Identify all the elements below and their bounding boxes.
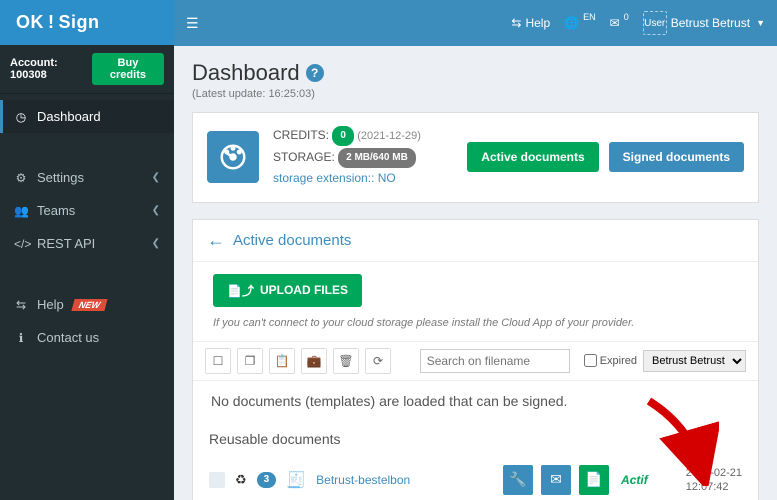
sidebar-item-label: Settings [37, 170, 84, 185]
select-all-checkbox[interactable]: ☐ [205, 348, 231, 374]
credits-expiry: (2021-12-29) [357, 130, 421, 142]
users-icon: 👥 [14, 204, 28, 218]
documents-toolbar: ☐ ❐ 📋 💼 🗑 ⟳ Expired Betrust Betrust [193, 341, 758, 381]
account-label: Account: 100308 [10, 57, 92, 81]
sidebar-item-help[interactable]: ⇆ Help NEW [0, 288, 174, 321]
account-row: Account: 100308 Buy credits [0, 45, 174, 94]
active-documents-button[interactable]: Active documents [467, 142, 598, 172]
top-user[interactable]: User Betrust Betrust▼ [643, 11, 765, 35]
back-arrow-icon[interactable]: ← [207, 230, 225, 251]
buy-credits-button[interactable]: Buy credits [92, 53, 164, 85]
panel-title: Active documents [233, 232, 351, 249]
code-icon: </> [14, 237, 28, 251]
briefcase-icon[interactable]: 💼 [301, 348, 327, 374]
sidebar-item-label: Help [37, 297, 64, 312]
storage-extension-link[interactable]: storage extension:: NO [273, 171, 396, 185]
upload-files-button[interactable]: 📄⤴ UPLOAD FILES [213, 274, 362, 307]
sidebar-item-settings[interactable]: ⚙ Settings ❮ [0, 161, 174, 194]
doc-count-badge: 3 [257, 472, 277, 488]
help-icon: ⇆ [14, 298, 28, 312]
top-mail[interactable]: ✉0 [610, 16, 629, 30]
active-documents-panel: ← Active documents 📄⤴ UPLOAD FILES If yo… [192, 219, 759, 500]
reusable-title: Reusable documents [193, 421, 758, 457]
gear-icon: ⚙ [14, 171, 28, 185]
avatar: User [643, 11, 667, 35]
topbar: ☰ ⇆ Help 🌐EN ✉0 User Betrust Betrust▼ [174, 0, 777, 46]
copy-icon[interactable]: ❐ [237, 348, 263, 374]
edit-action-button[interactable]: 🔧 [503, 465, 533, 495]
credits-label: CREDITS: [273, 128, 329, 142]
storage-label: STORAGE: [273, 150, 335, 164]
dashboard-icon: ◷ [14, 110, 28, 124]
signed-documents-button[interactable]: Signed documents [609, 142, 744, 172]
sidebar-item-label: Contact us [37, 330, 99, 345]
paste-icon[interactable]: 📋 [269, 348, 295, 374]
sidebar-item-teams[interactable]: 👥 Teams ❮ [0, 194, 174, 227]
delete-icon[interactable]: 🗑 [333, 348, 359, 374]
sidebar-item-dashboard[interactable]: ◷ Dashboard [0, 100, 174, 133]
latest-update: (Latest update: 16:25:03) [192, 88, 759, 100]
upload-icon: 📄⤴ [227, 282, 254, 299]
chevron-left-icon: ❮ [152, 238, 160, 249]
user-filter-select[interactable]: Betrust Betrust [643, 350, 746, 372]
sidebar-item-label: Dashboard [37, 109, 101, 124]
status-card: CREDITS: 0 (2021-12-29) STORAGE: 2 MB/64… [192, 112, 759, 203]
info-icon: ℹ [14, 331, 28, 345]
help-question-icon[interactable]: ? [306, 64, 324, 82]
reusable-doc-row: ♻ 3 🧾 Betrust-bestelbon 🔧 ✉ 📄 Actif 2022… [193, 457, 758, 500]
copy-action-button[interactable]: 📄 [579, 465, 609, 495]
page-title: Dashboard ? [192, 60, 759, 86]
refresh-icon[interactable]: ⟳ [365, 348, 391, 374]
sidebar-item-contact[interactable]: ℹ Contact us [0, 321, 174, 354]
top-help[interactable]: ⇆ Help [511, 16, 550, 30]
chevron-left-icon: ❮ [152, 205, 160, 216]
sidebar-item-label: Teams [37, 203, 75, 218]
chevron-left-icon: ❮ [152, 172, 160, 183]
cloud-hint: If you can't connect to your cloud stora… [213, 317, 738, 329]
new-badge: NEW [71, 299, 107, 311]
doc-state: Actif [621, 473, 648, 487]
credits-count: 0 [332, 126, 354, 146]
row-handle[interactable] [209, 472, 225, 488]
brand-logo: OK!Sign [0, 0, 174, 45]
doc-name-link[interactable]: Betrust-bestelbon [316, 473, 410, 487]
sidebar-item-label: REST API [37, 236, 95, 251]
expired-filter[interactable]: Expired [584, 354, 637, 367]
recycle-icon[interactable]: ♻ [235, 472, 247, 488]
pdf-icon: 🧾 [286, 470, 306, 490]
doc-timestamp: 2022-02-21 12:07:42 [686, 466, 742, 495]
sidebar-item-rest-api[interactable]: </> REST API ❮ [0, 227, 174, 260]
top-language[interactable]: 🌐EN [564, 16, 595, 30]
gauge-icon [207, 131, 259, 183]
sidebar: OK!Sign Account: 100308 Buy credits ◷ Das… [0, 0, 174, 500]
mail-action-button[interactable]: ✉ [541, 465, 571, 495]
empty-documents-message: No documents (templates) are loaded that… [193, 381, 758, 421]
storage-value: 2 MB/640 MB [338, 148, 416, 168]
hamburger-icon[interactable]: ☰ [186, 15, 199, 32]
search-input[interactable] [420, 349, 570, 373]
